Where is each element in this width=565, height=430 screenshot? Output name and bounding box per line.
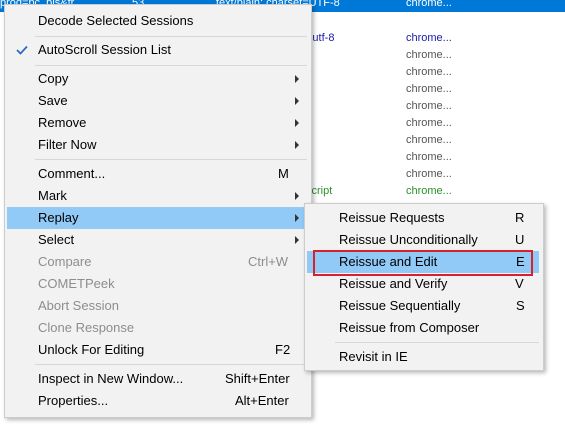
submenu-arrow-icon <box>295 192 299 200</box>
menu-item-label: Compare <box>38 254 92 269</box>
session-process: chrome... <box>406 49 452 61</box>
menu-item-decode-selected-sessions[interactable]: Decode Selected Sessions <box>7 10 307 32</box>
menu-separator <box>335 342 539 343</box>
menu-item-shortcut: M <box>278 166 289 181</box>
session-process: chrome... <box>406 134 452 146</box>
menu-item-cometpeek: COMETPeek <box>7 273 307 295</box>
menu-item-label: Abort Session <box>38 298 119 313</box>
menu-item-label: Remove <box>38 115 87 130</box>
session-context-menu: Decode Selected Sessions AutoScroll Sess… <box>4 4 312 418</box>
menu-item-label: Select <box>38 232 75 247</box>
menu-item-label: Reissue Unconditionally <box>339 232 478 247</box>
replay-submenu: Reissue Requests R Reissue Unconditional… <box>304 203 544 371</box>
menu-item-abort-session: Abort Session <box>7 295 307 317</box>
menu-item-label: Properties... <box>38 393 109 408</box>
menu-item-label: Reissue Sequentially <box>339 298 461 313</box>
menu-item-label: Reissue and Verify <box>339 276 448 291</box>
menu-item-label: Filter Now <box>38 137 97 152</box>
submenu-arrow-icon <box>295 214 299 222</box>
menu-item-label: Save <box>38 93 68 108</box>
session-process: chrome... <box>406 185 452 197</box>
menu-item-shortcut: V <box>515 276 524 291</box>
menu-item-unlock-for-editing[interactable]: Unlock For Editing F2 <box>7 339 307 361</box>
menu-item-label: Reissue Requests <box>339 210 445 225</box>
session-process: chrome... <box>406 0 452 9</box>
menu-item-shortcut: S <box>516 298 525 313</box>
menu-item-label: Comment... <box>38 166 106 181</box>
menu-item-reissue-requests[interactable]: Reissue Requests R <box>307 207 539 229</box>
menu-item-reissue-from-composer[interactable]: Reissue from Composer <box>307 317 539 339</box>
menu-item-label: Clone Response <box>38 320 135 335</box>
menu-item-compare: Compare Ctrl+W <box>7 251 307 273</box>
menu-item-label: COMETPeek <box>38 276 115 291</box>
annotation-highlight-box <box>313 250 533 276</box>
menu-item-shortcut: F2 <box>275 342 291 357</box>
menu-item-remove[interactable]: Remove <box>7 112 307 134</box>
menu-item-label: Unlock For Editing <box>38 342 145 357</box>
menu-item-inspect-new-window[interactable]: Inspect in New Window... Shift+Enter <box>7 368 307 390</box>
menu-separator <box>35 159 307 160</box>
menu-item-filter-now[interactable]: Filter Now <box>7 134 307 156</box>
submenu-arrow-icon <box>295 119 299 127</box>
menu-item-reissue-unconditionally[interactable]: Reissue Unconditionally U <box>307 229 539 251</box>
menu-item-shortcut: Shift+Enter <box>225 371 290 386</box>
menu-item-label: Replay <box>38 210 79 225</box>
submenu-arrow-icon <box>295 97 299 105</box>
menu-item-comment[interactable]: Comment... M <box>7 163 307 185</box>
menu-item-shortcut: Ctrl+W <box>248 254 289 269</box>
menu-item-shortcut: U <box>515 232 525 247</box>
session-process: chrome... <box>406 83 452 95</box>
menu-item-label: Copy <box>38 71 69 86</box>
session-process: chrome... <box>406 32 452 44</box>
menu-item-label: Mark <box>38 188 67 203</box>
submenu-arrow-icon <box>295 141 299 149</box>
session-process: chrome... <box>406 100 452 112</box>
submenu-arrow-icon <box>295 75 299 83</box>
menu-item-label: Revisit in IE <box>339 349 408 364</box>
menu-item-reissue-and-verify[interactable]: Reissue and Verify V <box>307 273 539 295</box>
menu-item-save[interactable]: Save <box>7 90 307 112</box>
menu-separator <box>35 36 307 37</box>
menu-separator <box>35 65 307 66</box>
menu-item-autoscroll-session-list[interactable]: AutoScroll Session List <box>7 39 307 61</box>
menu-item-shortcut: R <box>515 210 525 225</box>
menu-item-select[interactable]: Select <box>7 229 307 251</box>
menu-item-properties[interactable]: Properties... Alt+Enter <box>7 390 307 412</box>
menu-item-label: Reissue from Composer <box>339 320 480 335</box>
menu-item-copy[interactable]: Copy <box>7 68 307 90</box>
menu-item-label: AutoScroll Session List <box>38 42 171 57</box>
session-process: chrome... <box>406 66 452 78</box>
submenu-arrow-icon <box>295 236 299 244</box>
menu-item-revisit-in-ie[interactable]: Revisit in IE <box>307 346 539 368</box>
menu-separator <box>35 364 307 365</box>
menu-item-clone-response: Clone Response <box>7 317 307 339</box>
session-process: chrome... <box>406 168 452 180</box>
session-process: chrome... <box>406 151 452 163</box>
menu-item-label: Inspect in New Window... <box>38 371 184 386</box>
checkmark-icon <box>11 39 33 61</box>
menu-item-replay[interactable]: Replay <box>7 207 307 229</box>
menu-item-reissue-sequentially[interactable]: Reissue Sequentially S <box>307 295 539 317</box>
menu-item-mark[interactable]: Mark <box>7 185 307 207</box>
menu-item-label: Decode Selected Sessions <box>38 13 194 28</box>
session-process: chrome... <box>406 117 452 129</box>
menu-item-shortcut: Alt+Enter <box>235 393 289 408</box>
